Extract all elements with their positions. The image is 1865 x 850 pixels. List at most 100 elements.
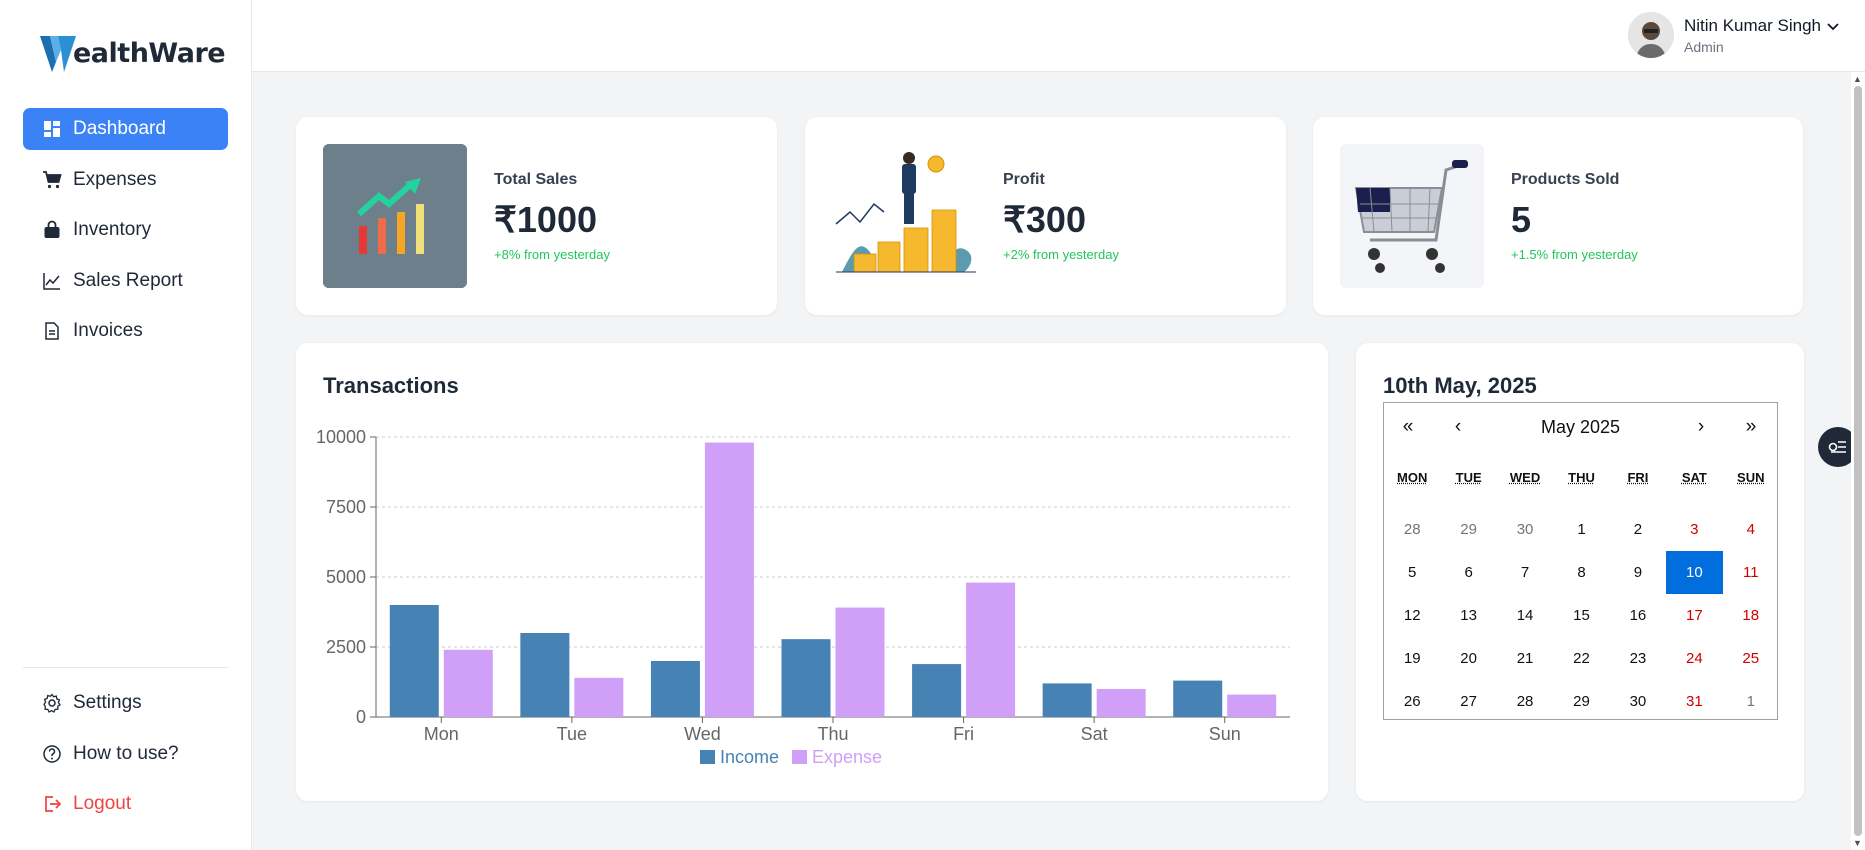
calendar-day[interactable]: 13 [1440,594,1496,637]
calendar-day[interactable]: 7 [1497,551,1553,594]
bar-expense[interactable] [1227,694,1277,717]
calendar-day[interactable]: 18 [1723,594,1779,637]
bar-income[interactable] [1042,683,1092,717]
calendar-weekdays: MON TUE WED THU FRI SAT SUN [1384,470,1779,485]
calendar-day[interactable]: 28 [1384,508,1440,551]
logout-icon [41,793,63,815]
calendar-day[interactable]: 21 [1497,637,1553,680]
calendar-day[interactable]: 11 [1723,551,1779,594]
calendar-day[interactable]: 27 [1440,680,1496,723]
weekday-label: WED [1509,470,1541,485]
bar-income[interactable] [1173,680,1223,717]
chevron-down-icon [1827,19,1839,34]
next-year-button[interactable]: » [1727,403,1775,451]
calendar-day[interactable]: 20 [1440,637,1496,680]
user-role: Admin [1683,38,1724,55]
bar-expense[interactable] [574,677,624,717]
bag-icon [41,219,63,241]
calendar-day[interactable]: 16 [1610,594,1666,637]
bar-expense[interactable] [1096,689,1146,717]
calendar-day[interactable]: 6 [1440,551,1496,594]
legend-swatch [700,750,715,764]
calendar-day[interactable]: 1 [1723,680,1779,723]
user-menu[interactable]: Nitin Kumar Singh Admin [1627,12,1839,58]
calendar-day[interactable]: 2 [1610,508,1666,551]
filter-list-icon [1828,441,1846,453]
page-scrollbar[interactable]: ▲ ▼ [1851,72,1865,850]
sidebar-item-expenses[interactable]: Expenses [23,159,228,201]
calendar-day[interactable]: 4 [1723,508,1779,551]
x-tick-label: Sun [1209,724,1241,744]
y-tick-label: 5000 [326,567,366,587]
bar-income[interactable] [781,639,831,717]
legend-label[interactable]: Expense [812,747,882,767]
bar-income[interactable] [650,661,700,717]
calendar-day[interactable]: 1 [1553,508,1609,551]
user-name: Nitin Kumar Singh [1683,15,1821,35]
sidebar-item-dashboard[interactable]: Dashboard [23,108,228,150]
calendar-day[interactable]: 29 [1440,508,1496,551]
calendar-day[interactable]: 19 [1384,637,1440,680]
sidebar-item-settings[interactable]: Settings [23,682,228,724]
calendar-day[interactable]: 30 [1610,680,1666,723]
calendar-day[interactable]: 10 [1666,551,1723,594]
bar-income[interactable] [912,664,962,717]
sidebar-item-sales-report[interactable]: Sales Report [23,260,228,302]
bar-income[interactable] [389,605,439,717]
weekday-label: MON [1397,470,1428,485]
stat-change: +2% from yesterday [1003,247,1119,262]
calendar-day[interactable]: 15 [1553,594,1609,637]
y-tick-label: 10000 [316,427,366,447]
x-tick-label: Fri [953,724,974,744]
sidebar-item-label: How to use? [73,742,179,764]
sidebar-item-label: Inventory [73,219,152,240]
bar-expense[interactable] [966,582,1016,717]
stat-change: +8% from yesterday [494,247,610,262]
legend-label[interactable]: Income [720,747,779,767]
calendar-day[interactable]: 28 [1497,680,1553,723]
calendar-day[interactable]: 12 [1384,594,1440,637]
calendar-day[interactable]: 30 [1497,508,1553,551]
shopping-cart-image [1340,144,1484,288]
calendar-day[interactable]: 17 [1666,594,1722,637]
calendar-day[interactable]: 8 [1553,551,1609,594]
calendar-day[interactable]: 29 [1553,680,1609,723]
weekday-label: SUN [1737,470,1765,485]
logo-w-icon [40,36,76,72]
bar-income[interactable] [520,633,570,717]
sidebar-item-label: Expenses [73,168,157,190]
calendar-day[interactable]: 24 [1666,637,1722,680]
sidebar-item-help[interactable]: How to use? [23,733,228,775]
sidebar-item-logout[interactable]: Logout [23,783,228,825]
weekday-label: THU [1568,470,1595,485]
calendar-day[interactable]: 22 [1553,637,1609,680]
prev-month-button[interactable]: ‹ [1434,403,1482,451]
calendar-day[interactable]: 26 [1384,680,1440,723]
bar-expense[interactable] [443,649,493,717]
bar-expense[interactable] [704,442,754,717]
stat-card-total-sales: Total Sales ₹1000 +8% from yesterday [296,117,777,315]
calendar-day[interactable]: 5 [1384,551,1440,594]
calendar-day[interactable]: 9 [1610,551,1666,594]
cart-icon [41,169,63,191]
calendar-day[interactable]: 3 [1666,508,1722,551]
x-tick-label: Thu [817,724,848,744]
next-month-button[interactable]: › [1677,403,1725,451]
y-tick-label: 0 [356,707,366,727]
scroll-down-icon[interactable]: ▼ [1853,838,1862,848]
sidebar-item-inventory[interactable]: Inventory [23,209,228,251]
scrollbar-thumb[interactable] [1854,86,1862,836]
calendar-card: 10th May, 2025 May 2025 « ‹ › » MON TUE WE… [1356,343,1804,801]
sidebar-item-invoices[interactable]: Invoices [23,310,228,352]
calendar-day[interactable]: 25 [1723,637,1779,680]
logo-text: ealthWare [73,37,226,69]
bar-expense[interactable] [835,607,885,717]
calendar-day[interactable]: 14 [1497,594,1553,637]
prev-year-button[interactable]: « [1384,403,1432,451]
stat-label: Total Sales [494,171,578,188]
calendar-day[interactable]: 23 [1610,637,1666,680]
scroll-up-icon[interactable]: ▲ [1853,74,1862,84]
sidebar-item-label: Settings [73,692,142,713]
calendar-day[interactable]: 31 [1666,680,1722,723]
logo[interactable]: ealthWare [40,34,226,72]
